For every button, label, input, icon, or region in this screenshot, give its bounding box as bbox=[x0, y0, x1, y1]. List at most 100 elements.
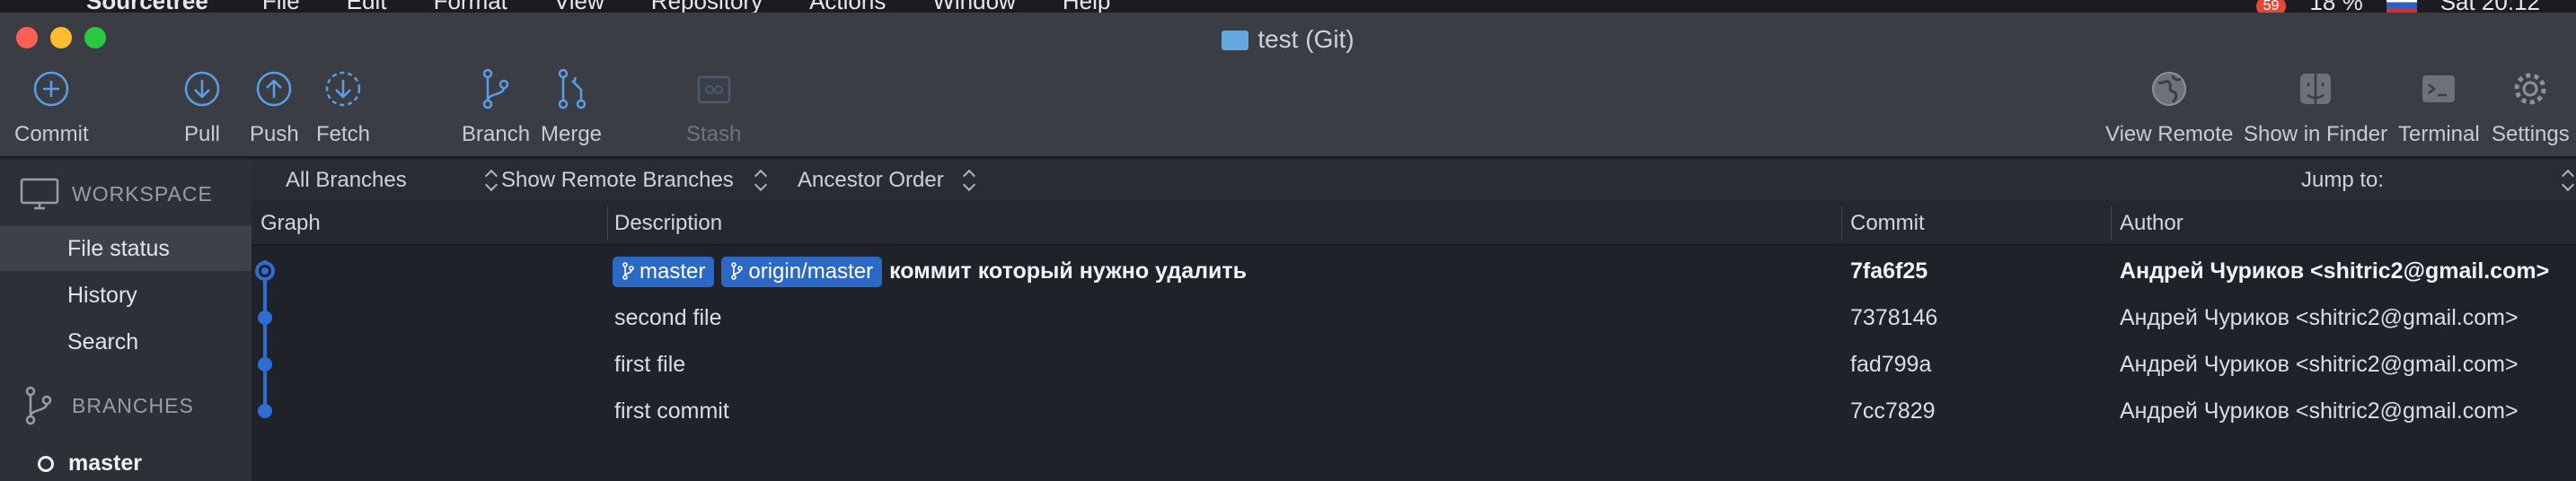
stash-box-icon bbox=[693, 68, 735, 109]
sidebar-branch-master[interactable]: master bbox=[38, 450, 142, 477]
workspace-section-header[interactable]: WORKSPACE bbox=[20, 178, 213, 210]
branch-filter-select[interactable]: All Branches bbox=[286, 160, 407, 201]
commit-button[interactable]: Commit bbox=[14, 68, 89, 147]
commit-label: Commit bbox=[14, 122, 89, 146]
updown-chevron-icon bbox=[963, 169, 974, 192]
column-header-graph[interactable]: Graph bbox=[260, 201, 321, 246]
commit-author: Андрей Чуриков <shitric2@gmail.com> bbox=[2120, 352, 2519, 377]
menu-view[interactable]: View bbox=[554, 0, 604, 13]
branch-icon bbox=[25, 386, 52, 425]
terminal-icon bbox=[2418, 68, 2459, 109]
commit-author: Андрей Чуриков <shitric2@gmail.com> bbox=[2120, 258, 2550, 284]
stash-button[interactable]: Stash bbox=[686, 68, 741, 147]
commit-node-icon bbox=[258, 357, 272, 372]
commit-node-icon bbox=[258, 404, 272, 418]
remote-branches-select[interactable]: Show Remote Branches bbox=[501, 160, 734, 201]
settings-button[interactable]: Settings bbox=[2492, 68, 2570, 147]
jump-to-select[interactable]: Jump to: bbox=[2301, 160, 2384, 201]
sidebar-item-file-status[interactable]: File status bbox=[0, 226, 251, 271]
column-header-commit[interactable]: Commit bbox=[1850, 201, 1925, 246]
branches-section-header[interactable]: BRANCHES bbox=[20, 386, 194, 425]
fetch-button[interactable]: Fetch bbox=[316, 68, 370, 147]
branch-tag-master[interactable]: master bbox=[613, 257, 715, 288]
column-divider[interactable] bbox=[607, 206, 608, 240]
commit-hash: fad799a bbox=[1850, 352, 1932, 377]
fetch-label: Fetch bbox=[316, 122, 371, 146]
commit-message: first file bbox=[614, 352, 686, 377]
terminal-label: Terminal bbox=[2398, 122, 2480, 146]
finder-icon bbox=[2295, 68, 2336, 109]
stash-label: Stash bbox=[686, 122, 742, 146]
branch-name: master bbox=[68, 450, 142, 476]
show-in-finder-button[interactable]: Show in Finder bbox=[2244, 68, 2387, 147]
table-row[interactable]: first commit 7cc7829 Андрей Чуриков <shi… bbox=[251, 388, 2576, 434]
sidebar-item-history[interactable]: History bbox=[0, 273, 251, 318]
commit-description: master origin/master коммит который нужно … bbox=[613, 248, 1247, 294]
menu-actions[interactable]: Actions bbox=[809, 0, 886, 13]
menu-help[interactable]: Help bbox=[1063, 0, 1110, 13]
commit-message: коммит который нужно удалить bbox=[889, 258, 1247, 284]
column-header-row: Graph Description Commit Author bbox=[251, 201, 2576, 246]
push-label: Push bbox=[250, 122, 299, 146]
window-titlebar: test (Git) Commit Pull Push Fetch Branch bbox=[0, 13, 2576, 158]
branch-tag-label: origin/master bbox=[748, 259, 874, 284]
branch-tag-origin-master[interactable]: origin/master bbox=[721, 257, 883, 288]
sidebar-item-search[interactable]: Search bbox=[0, 319, 251, 364]
input-source-flag-icon[interactable] bbox=[2386, 0, 2417, 13]
push-button[interactable]: Push bbox=[250, 68, 299, 147]
menu-window[interactable]: Window bbox=[932, 0, 1015, 13]
pull-button[interactable]: Pull bbox=[181, 68, 223, 147]
order-value: Ancestor Order bbox=[798, 168, 944, 192]
sidebar: WORKSPACE File status History Search BRA… bbox=[0, 160, 251, 481]
view-remote-label: View Remote bbox=[2105, 122, 2234, 146]
view-remote-button[interactable]: View Remote bbox=[2105, 68, 2233, 147]
branch-icon bbox=[622, 262, 634, 281]
branch-tag-label: master bbox=[640, 259, 706, 284]
menu-edit[interactable]: Edit bbox=[347, 0, 387, 13]
terminal-button[interactable]: Terminal bbox=[2398, 68, 2480, 147]
column-divider[interactable] bbox=[2111, 206, 2112, 240]
table-row[interactable]: second file 7378146 Андрей Чуриков <shit… bbox=[251, 294, 2576, 341]
current-branch-indicator-icon bbox=[38, 455, 54, 472]
column-divider[interactable] bbox=[1841, 206, 1842, 240]
commit-list: master origin/master коммит который нужно … bbox=[251, 248, 2576, 481]
order-select[interactable]: Ancestor Order bbox=[798, 160, 944, 201]
show-in-finder-label: Show in Finder bbox=[2244, 122, 2388, 146]
notification-badge[interactable]: 59 bbox=[2255, 0, 2287, 13]
branch-button[interactable]: Branch bbox=[462, 68, 530, 147]
commit-message: second file bbox=[614, 305, 722, 330]
monitor-icon bbox=[20, 178, 59, 210]
menu-app-name[interactable]: Sourcetree bbox=[86, 0, 208, 13]
merge-button[interactable]: Merge bbox=[541, 68, 602, 147]
menu-repository[interactable]: Repository bbox=[651, 0, 763, 13]
column-header-author[interactable]: Author bbox=[2120, 201, 2183, 246]
commit-hash: 7378146 bbox=[1850, 305, 1938, 330]
gear-icon bbox=[2510, 68, 2551, 109]
column-header-description[interactable]: Description bbox=[614, 201, 722, 246]
commit-plus-icon bbox=[31, 68, 72, 109]
menu-file[interactable]: File bbox=[262, 0, 300, 13]
jump-to-label: Jump to: bbox=[2301, 168, 2385, 192]
macos-menu-bar: Sourcetree File Edit Format View Reposit… bbox=[0, 0, 2576, 13]
branches-heading: BRANCHES bbox=[72, 393, 194, 417]
branch-icon bbox=[731, 262, 744, 281]
table-row[interactable]: first file fad799a Андрей Чуриков <shitr… bbox=[251, 341, 2576, 388]
updown-chevron-icon bbox=[485, 169, 496, 192]
table-row[interactable]: master origin/master коммит который нужно … bbox=[251, 248, 2576, 294]
branch-icon bbox=[475, 68, 516, 109]
globe-icon bbox=[2148, 68, 2190, 109]
menu-format[interactable]: Format bbox=[434, 0, 507, 13]
window-title-text: test (Git) bbox=[1257, 25, 1354, 53]
pull-arrow-down-icon bbox=[181, 68, 223, 109]
menu-clock[interactable]: Sat 20:12 bbox=[2440, 0, 2540, 13]
branch-filter-value: All Branches bbox=[286, 168, 407, 192]
battery-status[interactable]: 18 % bbox=[2309, 0, 2362, 13]
commit-hash: 7cc7829 bbox=[1850, 398, 1936, 424]
workspace-heading: WORKSPACE bbox=[72, 181, 213, 206]
pull-label: Pull bbox=[183, 122, 221, 146]
merge-label: Merge bbox=[541, 122, 603, 146]
folder-icon bbox=[1222, 31, 1249, 50]
commit-author: Андрей Чуриков <shitric2@gmail.com> bbox=[2120, 398, 2519, 424]
fetch-arrow-icon bbox=[322, 68, 364, 109]
commit-node-icon bbox=[258, 310, 272, 325]
